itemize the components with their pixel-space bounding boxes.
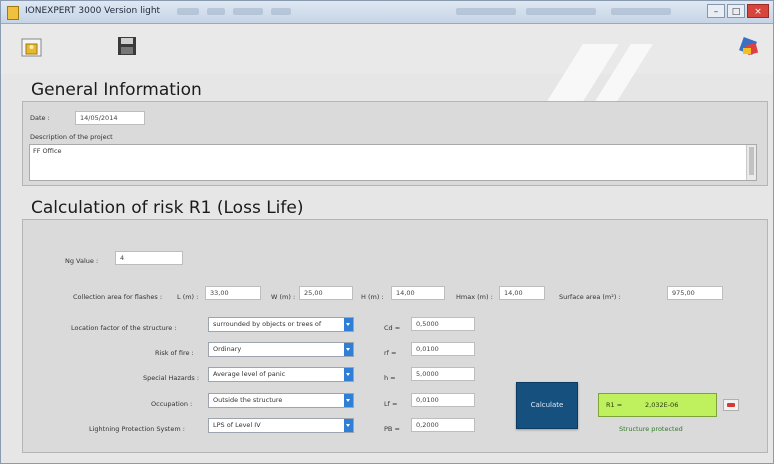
risk-of-fire-label: Risk of fire : [155, 349, 194, 357]
description-text: FF Office [33, 147, 62, 155]
special-hazards-label: Special Hazards : [143, 374, 200, 382]
height-label: H (m) : [361, 293, 384, 301]
cd-field[interactable]: 0,5000 [411, 317, 475, 331]
occupation-select[interactable]: Outside the structure [208, 393, 354, 408]
general-panel: Date : 14/05/2014 Description of the pro… [22, 101, 768, 186]
length-field[interactable]: 33,00 [205, 286, 261, 300]
tools-icon[interactable] [738, 36, 760, 58]
window-controls: – □ × [707, 4, 769, 18]
special-hazards-value: Average level of panic [213, 370, 286, 378]
lf-label: Lf = [384, 400, 398, 408]
title-bar: IONEXPERT 3000 Version light – □ × [1, 1, 773, 24]
h-label: h = [384, 374, 396, 382]
scrollbar-thumb[interactable] [749, 147, 754, 175]
ng-field[interactable]: 4 [115, 251, 183, 265]
location-factor-value: surrounded by objects or trees of [213, 320, 322, 328]
width-field[interactable]: 25,00 [299, 286, 353, 300]
chevron-down-icon[interactable] [344, 394, 353, 407]
chevron-down-icon[interactable] [344, 343, 353, 356]
description-label: Description of the project [30, 133, 113, 141]
app-window: IONEXPERT 3000 Version light – □ × Gener… [0, 0, 774, 464]
menu-item[interactable] [271, 8, 291, 15]
surface-area-label: Surface area (m²) : [559, 293, 621, 301]
reset-icon[interactable] [723, 399, 739, 411]
chevron-down-icon[interactable] [344, 318, 353, 331]
save-disk-icon[interactable] [117, 36, 137, 56]
hmax-field[interactable]: 14,00 [499, 286, 545, 300]
r1-label: R1 = [606, 401, 623, 409]
r1-result-box: R1 = 2,032E-06 [598, 393, 717, 417]
minimize-button[interactable]: – [707, 4, 725, 18]
description-field[interactable]: FF Office [29, 144, 757, 181]
lps-label: Lightning Protection System : [89, 425, 185, 433]
general-section-title: General Information [31, 80, 202, 100]
calculate-button[interactable]: Calculate [516, 382, 578, 429]
rf-label: rf = [384, 349, 397, 357]
toolbar [1, 24, 773, 114]
lf-field[interactable]: 0,0100 [411, 393, 475, 407]
menu-item[interactable] [207, 8, 225, 15]
h-field[interactable]: 5,0000 [411, 367, 475, 381]
height-field[interactable]: 14,00 [391, 286, 445, 300]
pb-label: PB = [384, 425, 400, 433]
window-title: IONEXPERT 3000 Version light [25, 6, 161, 16]
maximize-button[interactable]: □ [727, 4, 745, 18]
taskbar-item[interactable] [526, 8, 596, 15]
rf-field[interactable]: 0,0100 [411, 342, 475, 356]
ng-label: Ng Value : [65, 257, 99, 265]
risk-of-fire-select[interactable]: Ordinary [208, 342, 354, 357]
width-label: W (m) : [271, 293, 296, 301]
risk-section-title: Calculation of risk R1 (Loss Life) [31, 198, 304, 218]
occupation-label: Occupation : [151, 400, 193, 408]
pb-field[interactable]: 0,2000 [411, 418, 475, 432]
lps-select[interactable]: LPS of Level IV [208, 418, 354, 433]
length-label: L (m) : [177, 293, 199, 301]
special-hazards-select[interactable]: Average level of panic [208, 367, 354, 382]
taskbar-item[interactable] [611, 8, 671, 15]
close-button[interactable]: × [747, 4, 769, 18]
occupation-value: Outside the structure [213, 396, 283, 404]
folder-icon[interactable] [21, 36, 43, 58]
location-factor-label: Location factor of the structure : [71, 324, 177, 332]
r1-value: 2,032E-06 [645, 401, 679, 409]
surface-area-field[interactable]: 975,00 [667, 286, 723, 300]
description-scrollbar[interactable] [746, 145, 756, 180]
risk-of-fire-value: Ordinary [213, 345, 242, 353]
date-field[interactable]: 14/05/2014 [75, 111, 145, 125]
collection-area-label: Collection area for flashes : [73, 293, 163, 301]
lps-value: LPS of Level IV [213, 421, 261, 429]
menu-item[interactable] [233, 8, 263, 15]
date-label: Date : [30, 114, 50, 122]
hmax-label: Hmax (m) : [456, 293, 493, 301]
status-text: Structure protected [619, 425, 683, 433]
menu-item[interactable] [177, 8, 199, 15]
location-factor-select[interactable]: surrounded by objects or trees of [208, 317, 354, 332]
cd-label: Cd = [384, 324, 401, 332]
taskbar-item[interactable] [456, 8, 516, 15]
chevron-down-icon[interactable] [344, 368, 353, 381]
app-icon [7, 6, 19, 20]
chevron-down-icon[interactable] [344, 419, 353, 432]
